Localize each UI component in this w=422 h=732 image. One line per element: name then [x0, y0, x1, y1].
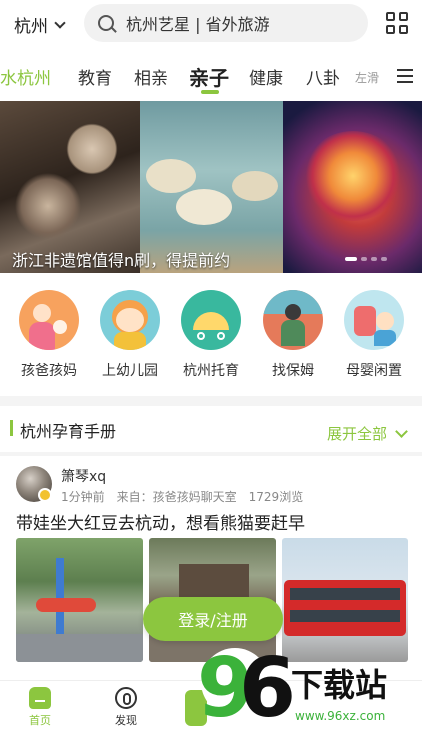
channel-tabs: 水杭州 教育 相亲 亲子 健康 八卦 左滑: [0, 52, 422, 98]
active-tab-indicator: [201, 90, 219, 94]
section-title: 杭州孕育手册: [20, 422, 117, 441]
category-baby-goods[interactable]: 母婴闲置: [334, 290, 414, 380]
tab-dating[interactable]: 相亲: [134, 64, 168, 89]
handbook-section: 杭州孕育手册 展开全部: [0, 406, 422, 452]
expand-all-button[interactable]: 展开全部: [327, 423, 408, 444]
category-label: 找保姆: [272, 363, 314, 379]
nav-discover-label: 发现: [115, 714, 137, 727]
kindergarten-icon: [100, 290, 160, 350]
nav-home[interactable]: 首页: [15, 687, 65, 728]
tab-shui-hangzhou[interactable]: 水杭州: [0, 64, 51, 89]
carousel-dot: [371, 257, 377, 261]
watermark-logo: 9 6 下载站 www.96xz.com: [197, 641, 387, 732]
category-label: 母婴闲置: [346, 363, 402, 379]
discover-icon: [115, 687, 137, 709]
category-parents[interactable]: 孩爸孩妈: [9, 290, 89, 380]
category-label: 杭州托育: [183, 363, 239, 379]
tab-health[interactable]: 健康: [249, 64, 283, 89]
home-icon: [29, 687, 51, 709]
tab-education[interactable]: 教育: [78, 64, 112, 89]
swipe-hint: 左滑: [355, 71, 380, 85]
category-nanny[interactable]: 找保姆: [253, 290, 333, 380]
svg-text:6: 6: [239, 641, 296, 732]
chevron-down-icon: [395, 424, 408, 438]
post-meta: 1分钟前 来自：孩爸孩妈聊天室 1729浏览: [61, 488, 303, 505]
grid-icon[interactable]: [386, 12, 408, 34]
carousel-dot: [361, 257, 367, 261]
city-label: 杭州: [14, 17, 48, 37]
post-time: 1分钟前: [61, 490, 105, 504]
tab-gossip[interactable]: 八卦: [306, 64, 340, 89]
post-title[interactable]: 带娃坐大红豆去杭动，想看熊猫要赶早: [16, 509, 305, 534]
nav-home-label: 首页: [29, 714, 51, 727]
expand-all-label: 展开全部: [327, 425, 388, 443]
login-register-button[interactable]: 登录/注册: [143, 597, 283, 641]
nav-discover[interactable]: 发现: [101, 687, 151, 728]
baby-goods-icon: [344, 290, 404, 350]
banner-image-lanterns: [283, 101, 422, 273]
nanny-icon: [263, 290, 323, 350]
category-label: 孩爸孩妈: [21, 363, 77, 379]
banner-caption: 浙江非遗馆值得n刷，得提前约: [12, 251, 231, 270]
search-bar[interactable]: 杭州艺星 | 省外旅游: [84, 4, 368, 42]
banner-carousel[interactable]: 浙江非遗馆值得n刷，得提前约: [0, 101, 422, 273]
carousel-dot-active: [345, 257, 357, 261]
chevron-down-icon: [54, 16, 66, 29]
post-source: 来自：孩爸孩妈聊天室: [116, 490, 237, 504]
bus-image: [284, 580, 406, 636]
svg-text:下载站: 下载站: [291, 666, 387, 704]
category-childcare[interactable]: 杭州托育: [171, 290, 251, 380]
section-divider: [0, 396, 422, 406]
tab-parenting[interactable]: 亲子: [189, 62, 229, 91]
carousel-dots: [345, 257, 387, 261]
childcare-icon: [181, 290, 241, 350]
parents-icon: [19, 290, 79, 350]
category-label: 上幼儿园: [102, 363, 158, 379]
user-badge-icon: [38, 488, 52, 502]
category-kindergarten[interactable]: 上幼儿园: [90, 290, 170, 380]
post-views: 1729浏览: [248, 490, 304, 504]
search-placeholder: 杭州艺星 | 省外旅游: [126, 15, 270, 34]
carousel-dot: [381, 257, 387, 261]
category-shortcuts: 孩爸孩妈 上幼儿园 杭州托育 找保姆 母婴闲置: [0, 290, 422, 386]
menu-icon[interactable]: [397, 69, 413, 83]
svg-text:www.96xz.com: www.96xz.com: [295, 709, 385, 723]
post-username[interactable]: 箫琴xq: [61, 466, 106, 486]
search-icon: [98, 15, 114, 31]
top-header: 杭州 杭州艺星 | 省外旅游: [0, 0, 422, 50]
section-divider: [0, 452, 422, 456]
post-photo[interactable]: [16, 538, 143, 662]
city-selector[interactable]: 杭州: [14, 12, 66, 37]
section-accent-bar: [10, 420, 13, 436]
